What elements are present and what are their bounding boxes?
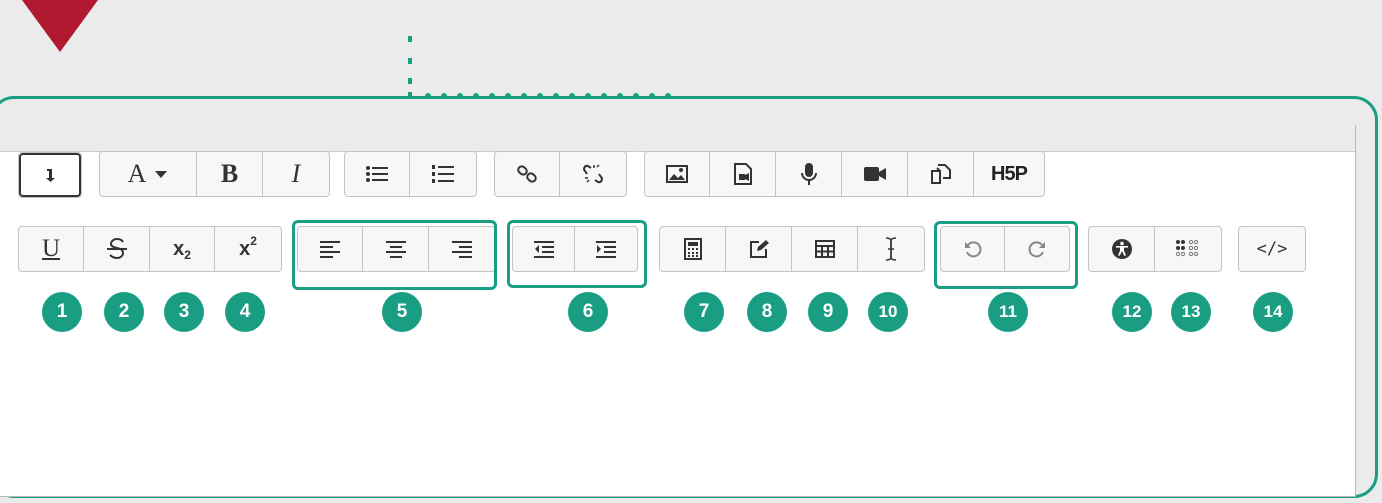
- numbered-list-button[interactable]: [410, 152, 476, 196]
- superscript-suffix: 2: [250, 234, 257, 248]
- underline-button[interactable]: U: [19, 227, 84, 271]
- equation-editor-button[interactable]: [660, 227, 726, 271]
- media-group: H5P: [644, 151, 1045, 197]
- marker-1: 1: [42, 292, 82, 332]
- microphone-icon: [800, 163, 817, 185]
- accessibility-icon: [1111, 239, 1132, 259]
- image-button[interactable]: [645, 152, 710, 196]
- html-source-button[interactable]: </>: [1239, 227, 1305, 271]
- marker-10: 10: [868, 292, 908, 332]
- superscript-label: x: [239, 237, 251, 260]
- h5p-label: H5P: [991, 162, 1028, 185]
- record-video-button[interactable]: [842, 152, 908, 196]
- marker-12: 12: [1112, 292, 1152, 332]
- font-color-button[interactable]: A: [100, 152, 197, 196]
- html-label: </>: [1256, 239, 1288, 259]
- strikethrough-icon: [106, 237, 127, 260]
- indent-highlight: [507, 220, 647, 288]
- media-file-icon: [733, 163, 752, 185]
- link-icon: [517, 165, 537, 183]
- underline-label: U: [41, 235, 61, 262]
- marker-2: 2: [104, 292, 144, 332]
- edit-button[interactable]: [726, 227, 792, 271]
- media-button[interactable]: [710, 152, 776, 196]
- editor-top-strip: [0, 125, 1355, 152]
- text-cursor-icon: [885, 237, 897, 261]
- bullet-list-icon: [366, 166, 388, 182]
- pencil-square-icon: [749, 240, 769, 258]
- link-group: [494, 151, 627, 197]
- marker-7: 7: [684, 292, 724, 332]
- calculator-icon: [683, 238, 702, 260]
- bold-label: B: [220, 159, 239, 188]
- caret-down-icon: [155, 171, 168, 178]
- link-button[interactable]: [495, 152, 560, 196]
- insert-group: [659, 226, 925, 272]
- copy-files-icon: [930, 164, 951, 184]
- list-group: [344, 151, 477, 197]
- clear-formatting-button[interactable]: [858, 227, 924, 271]
- marker-11: 11: [988, 292, 1028, 332]
- table-button[interactable]: [792, 227, 858, 271]
- superscript-button[interactable]: x2: [215, 227, 281, 271]
- unlink-button[interactable]: [560, 152, 626, 196]
- marker-6: 6: [568, 292, 608, 332]
- subscript-button[interactable]: x2: [150, 227, 215, 271]
- accessibility-checker-button[interactable]: [1089, 227, 1155, 271]
- alignment-highlight: [292, 220, 497, 290]
- marker-14: 14: [1253, 292, 1293, 332]
- italic-button[interactable]: I: [263, 152, 329, 196]
- record-audio-button[interactable]: [776, 152, 842, 196]
- bullet-list-button[interactable]: [345, 152, 410, 196]
- table-icon: [814, 240, 835, 258]
- unlink-icon: [583, 164, 603, 184]
- image-icon: [666, 165, 688, 183]
- marker-9: 9: [808, 292, 848, 332]
- braille-icon: [1176, 240, 1199, 257]
- marker-5: 5: [382, 292, 422, 332]
- text-style-group: A B I: [99, 151, 330, 197]
- marker-4: 4: [225, 292, 265, 332]
- strikethrough-button[interactable]: [84, 227, 150, 271]
- html-group: </>: [1238, 226, 1306, 272]
- bold-button[interactable]: B: [197, 152, 263, 196]
- toolbar-collapse-group: [18, 152, 82, 198]
- arrow-down-icon: [46, 169, 55, 182]
- marker-13: 13: [1171, 292, 1211, 332]
- accessibility-group: [1088, 226, 1222, 272]
- screenreader-helper-button[interactable]: [1155, 227, 1221, 271]
- subscript-suffix: 2: [184, 248, 191, 262]
- pointer-triangle: [22, 0, 98, 52]
- toolbar-toggle-button[interactable]: [19, 153, 81, 197]
- italic-label: I: [291, 159, 301, 188]
- font-label: A: [127, 159, 147, 188]
- subscript-label: x: [173, 237, 185, 260]
- numbered-list-icon: [432, 165, 454, 183]
- video-camera-icon: [863, 167, 886, 181]
- marker-3: 3: [164, 292, 204, 332]
- text-format-group: U x2 x2: [18, 226, 282, 272]
- editor-content-area[interactable]: [0, 424, 1355, 496]
- history-highlight: [934, 221, 1078, 289]
- h5p-button[interactable]: H5P: [974, 152, 1044, 196]
- manage-files-button[interactable]: [908, 152, 974, 196]
- marker-8: 8: [747, 292, 787, 332]
